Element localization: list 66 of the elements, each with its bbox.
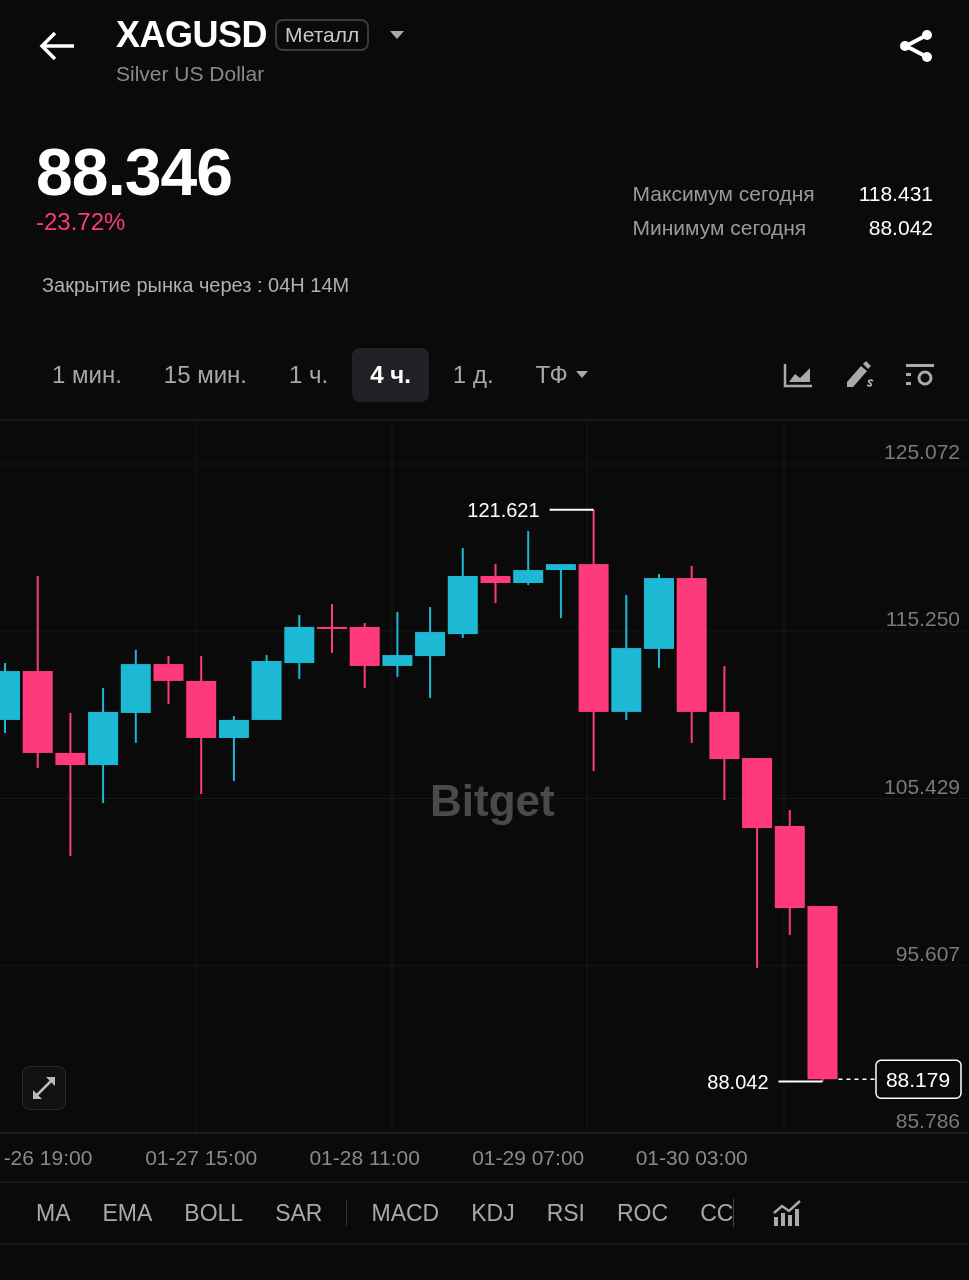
axis-label: 125.072 <box>884 440 960 463</box>
indicator-tab[interactable]: MACD <box>355 1199 456 1227</box>
chart-settings-button[interactable] <box>905 362 935 388</box>
candle <box>513 530 544 587</box>
symbol-name: Silver US Dollar <box>116 62 266 86</box>
indicator-tab[interactable]: BOLL <box>168 1199 260 1227</box>
axis-label: 01-29 07:00 <box>472 1146 585 1169</box>
expand-icon <box>31 1075 57 1101</box>
timeframe-dropdown[interactable]: ТФ <box>517 348 606 402</box>
back-button[interactable] <box>38 30 76 62</box>
symbol-title: XAGUSD <box>116 14 268 56</box>
stat-label: Максимум сегодня <box>632 182 815 206</box>
indicator-tab[interactable]: MA <box>20 1199 87 1227</box>
last-price: 88.346 <box>36 136 232 208</box>
candle <box>284 614 315 681</box>
timeframe-tab[interactable]: 1 мин. <box>34 348 140 402</box>
share-icon <box>899 30 933 62</box>
candle <box>317 602 347 654</box>
timeframe-tab[interactable]: 1 д. <box>434 348 512 402</box>
candle <box>545 563 576 620</box>
candle <box>251 654 282 721</box>
area-chart-icon <box>783 362 813 388</box>
caret-icon <box>575 371 588 379</box>
timeframe-tab[interactable]: 4 ч. <box>352 348 429 402</box>
watermark: Bitget <box>430 776 555 825</box>
candle <box>153 655 184 705</box>
axis-label: 01-27 15:00 <box>145 1146 258 1169</box>
settings-icon <box>905 362 935 388</box>
leader-line <box>837 1078 877 1080</box>
axis-label: -26 19:00 <box>3 1146 93 1169</box>
symbol-dropdown[interactable] <box>389 30 406 40</box>
indicator-tab[interactable]: KDJ <box>455 1199 531 1227</box>
category-tag: Металл <box>275 19 370 51</box>
chart-type-button[interactable] <box>783 362 813 388</box>
indicator-settings-button[interactable] <box>772 1199 803 1227</box>
axis-label: 85.786 <box>895 1109 960 1132</box>
market-close-text: Закрытие рынка через : 04H 14M <box>42 274 351 297</box>
bar-chart-icon <box>772 1199 803 1227</box>
indicator-tab[interactable]: EMA <box>86 1199 169 1227</box>
stat-label: Минимум сегодня <box>632 216 808 240</box>
back-arrow-icon <box>38 30 76 62</box>
indicator-tab[interactable]: SAR <box>259 1199 339 1227</box>
price-label: 88.042 <box>707 1070 769 1093</box>
price-change: -23.72% <box>36 208 127 236</box>
candle <box>480 563 511 605</box>
fullscreen-button[interactable] <box>22 1066 66 1110</box>
axis-label: 115.250 <box>885 607 960 631</box>
timeframe-tab[interactable]: 15 мин. <box>145 348 266 402</box>
axis-label: 105.429 <box>884 774 960 798</box>
leader-line <box>777 1080 824 1083</box>
leader-line <box>548 508 595 511</box>
axis-label: 95.607 <box>895 941 960 965</box>
share-button[interactable] <box>899 30 933 62</box>
candle <box>382 610 413 678</box>
price-label: 121.621 <box>467 498 540 521</box>
last-price-tag: 88.179 <box>875 1059 962 1099</box>
indicator-tab[interactable]: RSI <box>530 1199 601 1227</box>
axis-label: 01-30 03:00 <box>635 1146 748 1169</box>
candle <box>349 622 380 690</box>
indicator-tab[interactable]: ROC <box>601 1199 685 1227</box>
stat-value: 118.431 <box>858 182 933 206</box>
stat-value: 88.042 <box>867 216 933 240</box>
indicator-tab[interactable]: CC <box>684 1199 734 1227</box>
axis-label: 01-28 11:00 <box>309 1146 420 1169</box>
timeframe-tab[interactable]: 1 ч. <box>271 348 347 402</box>
caret-icon <box>389 30 406 40</box>
